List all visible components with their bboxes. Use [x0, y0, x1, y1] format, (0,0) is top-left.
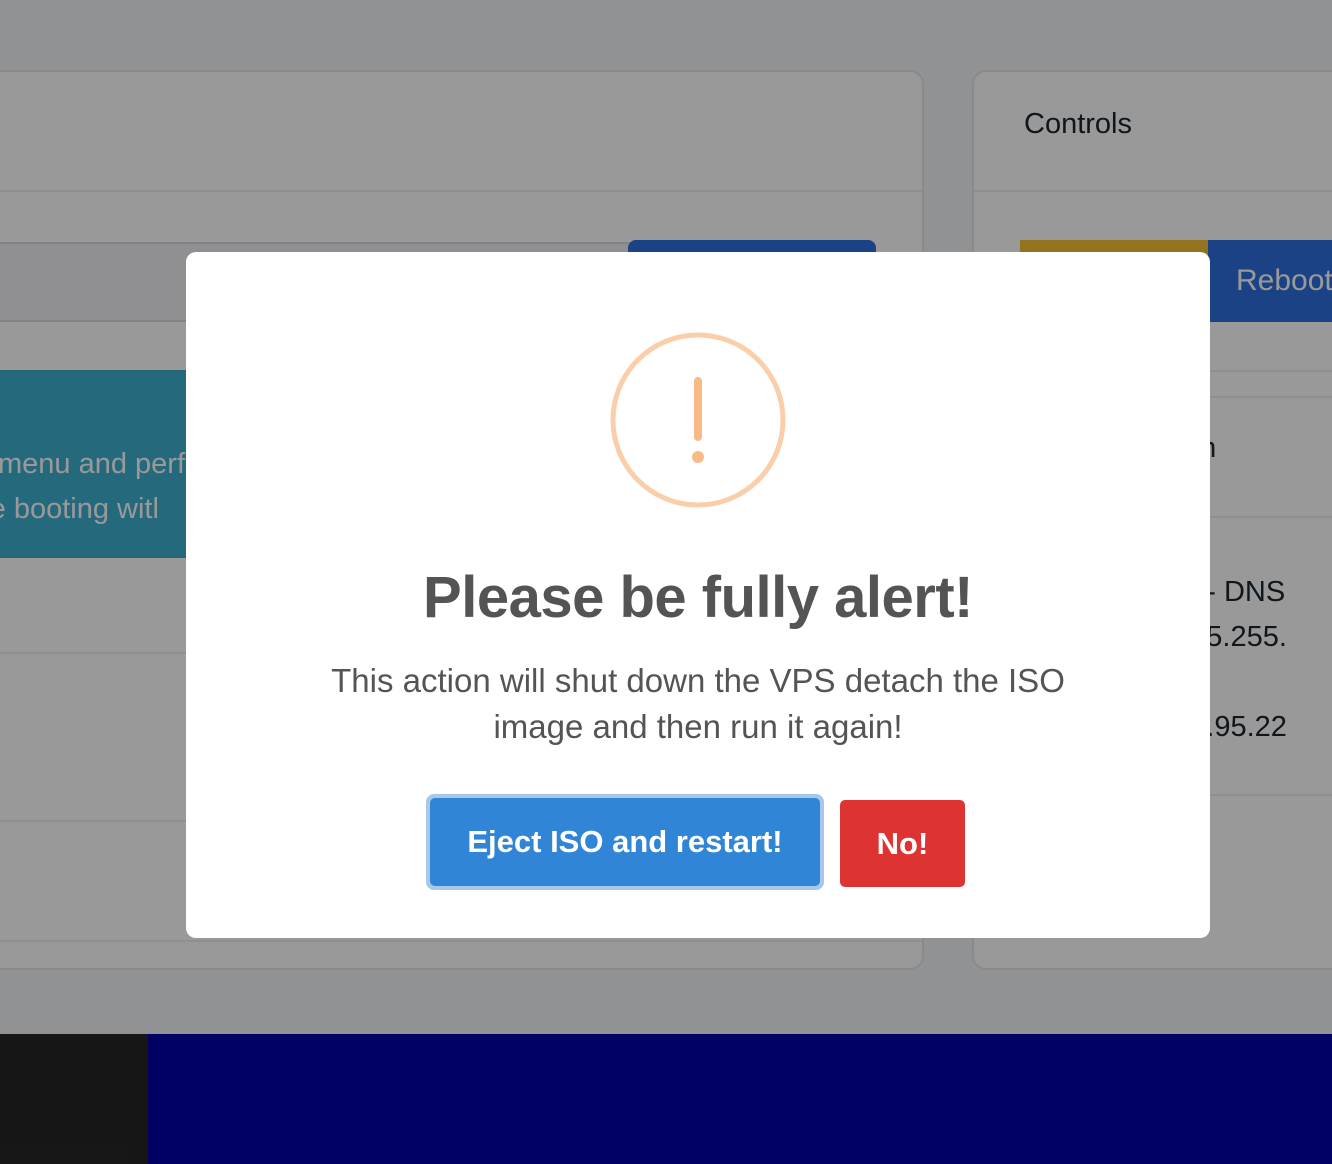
cancel-button[interactable]: No!	[840, 800, 965, 887]
dialog-message-line: This action will shut down the VPS detac…	[331, 662, 1065, 699]
alert-dialog: Please be fully alert! This action will …	[186, 252, 1210, 938]
warning-exclamation-icon	[610, 332, 786, 508]
dialog-message: This action will shut down the VPS detac…	[266, 658, 1130, 750]
dialog-title: Please be fully alert!	[423, 565, 973, 630]
dialog-message-line: image and then run it again!	[493, 708, 903, 745]
page: menu and perf re booting witl Controls R…	[0, 0, 1332, 1164]
confirm-button-label: Eject ISO and restart!	[430, 798, 820, 886]
eject-iso-confirm-button[interactable]: Eject ISO and restart!	[426, 794, 824, 890]
